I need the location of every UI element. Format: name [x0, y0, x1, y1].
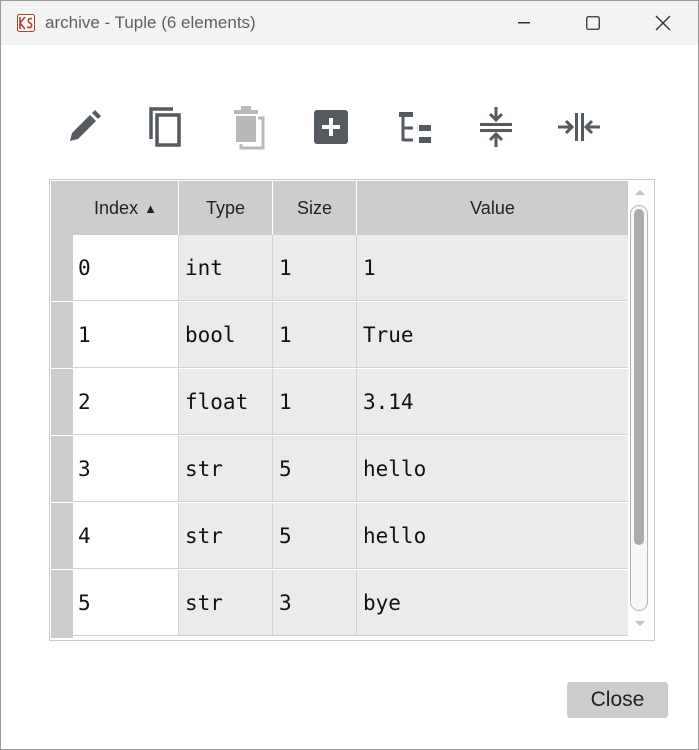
cell-type[interactable]: str: [179, 436, 273, 502]
column-header-label: Size: [296, 197, 332, 218]
column-header-label: Type: [205, 197, 246, 218]
row-header[interactable]: [51, 570, 73, 638]
edit-pencil-icon: [70, 110, 101, 141]
column-header-label: Value: [470, 197, 515, 218]
table-row[interactable]: 4 str 5 hello: [73, 503, 628, 569]
row-header[interactable]: [51, 235, 73, 301]
column-header-size[interactable]: Size: [273, 181, 357, 235]
scroll-down-arrow-icon: [635, 621, 645, 626]
cell-index[interactable]: 2: [73, 369, 179, 435]
close-button[interactable]: Close: [567, 682, 668, 718]
cell-index[interactable]: 3: [73, 436, 179, 502]
cell-value[interactable]: hello: [357, 503, 628, 569]
scroll-down-button[interactable]: [632, 617, 648, 631]
cell-size[interactable]: 3: [273, 570, 357, 636]
tree-view-icon: [399, 112, 431, 143]
insert-plus-icon: [314, 110, 348, 144]
column-header-value[interactable]: Value: [357, 181, 628, 235]
collapse-vertical-button[interactable]: [472, 101, 520, 153]
tuple-viewer-window: archive - Tuple (6 elements) Index ▲ Typ…: [0, 0, 699, 750]
column-header-index[interactable]: Index ▲: [73, 181, 179, 235]
cell-index[interactable]: 1: [73, 302, 179, 368]
cell-value[interactable]: True: [357, 302, 628, 368]
table-row[interactable]: 5 str 3 bye: [73, 570, 628, 636]
insert-button[interactable]: [307, 101, 355, 153]
collapse-horizontal-button[interactable]: [555, 101, 603, 153]
tree-view-button[interactable]: [391, 101, 439, 153]
minimize-button[interactable]: [490, 1, 558, 45]
cell-value[interactable]: 3.14: [357, 369, 628, 435]
cell-type[interactable]: int: [179, 235, 273, 301]
cell-size[interactable]: 1: [273, 369, 357, 435]
app-logo-icon: [17, 14, 35, 32]
table-row[interactable]: 0 int 1 1: [73, 235, 628, 301]
row-header[interactable]: [51, 436, 73, 502]
scroll-thumb[interactable]: [634, 209, 644, 545]
cell-index[interactable]: 4: [73, 503, 179, 569]
tuple-table: Index ▲ Type Size Value 0 int 1 1 1 bool…: [49, 179, 655, 641]
row-header[interactable]: [51, 503, 73, 569]
table-row[interactable]: 1 bool 1 True: [73, 302, 628, 368]
cell-type[interactable]: str: [179, 570, 273, 636]
cell-value[interactable]: bye: [357, 570, 628, 636]
edit-button[interactable]: [60, 101, 108, 153]
table-header: Index ▲ Type Size Value: [73, 181, 628, 235]
collapse-horizontal-icon: [558, 113, 600, 141]
table-row[interactable]: 2 float 1 3.14: [73, 369, 628, 435]
window-title: archive - Tuple (6 elements): [45, 13, 256, 32]
maximize-icon: [586, 16, 600, 30]
cell-size[interactable]: 1: [273, 302, 357, 368]
column-header-type[interactable]: Type: [179, 181, 273, 235]
delete-trash-icon: [234, 106, 265, 150]
cell-size[interactable]: 1: [273, 235, 357, 301]
copy-icon: [149, 107, 181, 147]
cell-size[interactable]: 5: [273, 503, 357, 569]
cell-type[interactable]: float: [179, 369, 273, 435]
row-header[interactable]: [51, 302, 73, 368]
sort-ascending-icon: ▲: [144, 200, 157, 216]
row-header[interactable]: [51, 369, 73, 435]
scroll-groove[interactable]: [630, 205, 648, 611]
cell-type[interactable]: bool: [179, 302, 273, 368]
scroll-up-button[interactable]: [632, 185, 648, 199]
close-icon: [655, 15, 671, 31]
scroll-up-arrow-icon: [635, 190, 645, 195]
vertical-scrollbar[interactable]: [628, 181, 652, 638]
title-bar[interactable]: archive - Tuple (6 elements): [1, 1, 698, 45]
table-row[interactable]: 3 str 5 hello: [73, 436, 628, 502]
cell-value[interactable]: hello: [357, 436, 628, 502]
minimize-icon: [518, 22, 530, 24]
cell-value[interactable]: 1: [357, 235, 628, 301]
maximize-button[interactable]: [559, 1, 627, 45]
header-corner: [51, 181, 73, 235]
copy-button[interactable]: [141, 101, 189, 153]
delete-button[interactable]: [223, 101, 271, 153]
cell-index[interactable]: 0: [73, 235, 179, 301]
column-header-label: Index: [94, 197, 139, 218]
cell-type[interactable]: str: [179, 503, 273, 569]
close-window-button[interactable]: [629, 1, 697, 45]
cell-index[interactable]: 5: [73, 570, 179, 636]
cell-size[interactable]: 5: [273, 436, 357, 502]
collapse-vertical-icon: [480, 107, 512, 147]
